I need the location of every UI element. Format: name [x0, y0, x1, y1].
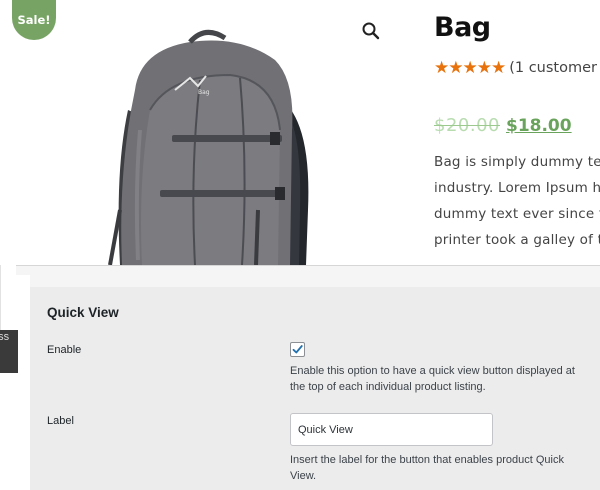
checkmark-icon	[292, 345, 303, 354]
panel-title: Quick View	[47, 305, 119, 320]
description-line: dummy text ever since th	[434, 206, 600, 222]
description-line: printer took a galley of ty	[434, 232, 600, 248]
product-title: Bag	[434, 12, 491, 43]
rating-row: ★★★★★ (1 customer	[434, 56, 600, 80]
enable-help-text: Enable this option to have a quick view …	[290, 365, 575, 393]
label-field-label: Label	[47, 415, 74, 427]
product-summary: Bag ★★★★★ (1 customer $20.00 $18.00 Bag …	[434, 8, 600, 253]
quick-view-settings-panel: Quick View Enable Enable this option to …	[30, 287, 600, 490]
panel-divider	[30, 265, 600, 287]
sale-badge: Sale!	[12, 0, 56, 40]
regular-price: $20.00	[434, 115, 500, 136]
product-image[interactable]: Bag	[80, 20, 330, 265]
panel-divider	[16, 265, 30, 275]
label-help-text: Insert the label for the button that ena…	[290, 454, 564, 482]
label-input[interactable]	[290, 413, 493, 446]
edge-tab[interactable]: ass	[0, 330, 18, 373]
enable-checkbox[interactable]	[290, 342, 305, 357]
edge-tab-label: ass	[0, 331, 10, 343]
product-section: Sale! Bag Bag ★★★★★ (1 customer $20.00 $…	[0, 0, 600, 265]
description-line: industry. Lorem Ipsum ha	[434, 180, 600, 196]
sale-price: $18.00	[505, 116, 572, 136]
enable-label: Enable	[47, 344, 82, 356]
price-row: $20.00 $18.00	[434, 115, 600, 141]
customer-reviews-link[interactable]: (1 customer	[509, 60, 597, 76]
backpack-image: Bag	[108, 29, 309, 265]
description-line: Bag is simply dummy text	[434, 154, 600, 170]
star-rating: ★★★★★	[434, 58, 506, 78]
short-description: Bag is simply dummy text industry. Lorem…	[434, 149, 600, 253]
svg-text:Bag: Bag	[198, 89, 210, 96]
magnifier-icon[interactable]	[360, 20, 382, 42]
